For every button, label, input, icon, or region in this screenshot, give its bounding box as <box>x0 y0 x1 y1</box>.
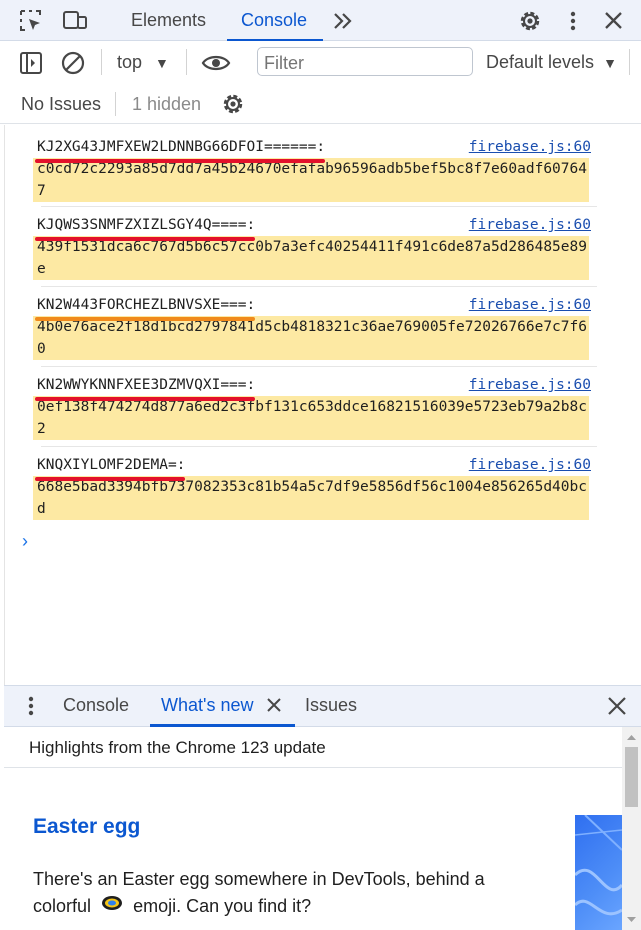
scroll-up-arrow-icon[interactable] <box>622 731 641 745</box>
issues-count[interactable]: No Issues <box>21 94 101 115</box>
whats-new-header: Highlights from the Chrome 123 update <box>4 727 622 768</box>
chevron-down-icon: ▼ <box>603 55 617 71</box>
drawer-tab-console[interactable]: Console <box>63 695 129 716</box>
easter-egg-emoji-icon <box>100 893 124 921</box>
tab-console[interactable]: Console <box>226 0 324 41</box>
message-divider <box>41 206 597 207</box>
console-message: KJQWS3SNMFZXIZLSGY4Q====: firebase.js:60… <box>33 214 597 280</box>
scrollbar-thumb[interactable] <box>625 747 638 807</box>
chevron-down-icon: ▼ <box>155 55 169 71</box>
feature-description: There's an Easter egg somewhere in DevTo… <box>33 866 503 921</box>
close-devtools-icon[interactable] <box>601 8 627 34</box>
filter-input[interactable] <box>257 47 473 76</box>
console-prompt-chevron-icon[interactable]: › <box>22 531 28 552</box>
message-divider <box>41 286 597 287</box>
log-key: KJQWS3SNMFZXIZLSGY4Q====: <box>35 214 256 241</box>
log-hash-value: 0ef138f474274d877a6ed2c3fbf131c653ddce16… <box>33 396 589 440</box>
console-message: KNQXIYLOMF2DEMA=: firebase.js:60 668e5ba… <box>33 454 597 520</box>
orange-underline-mark <box>35 317 256 321</box>
clear-console-icon[interactable] <box>60 50 86 76</box>
drawer-menu-icon[interactable] <box>18 694 44 720</box>
red-underline-mark <box>35 159 326 163</box>
close-tab-icon[interactable] <box>264 695 284 715</box>
context-selector[interactable]: top ▼ <box>117 52 169 73</box>
log-key: KNQXIYLOMF2DEMA=: <box>35 454 186 481</box>
issues-row: No Issues 1 hidden <box>0 84 641 124</box>
log-levels-label: Default levels <box>486 52 595 72</box>
red-underline-mark <box>35 477 186 481</box>
hidden-count: 1 hidden <box>132 94 202 114</box>
drawer-tab-issues[interactable]: Issues <box>305 695 357 716</box>
issues-divider <box>115 92 116 116</box>
message-divider <box>41 366 597 367</box>
toolbar-divider <box>186 49 187 75</box>
feature-description-text: emoji. Can you find it? <box>133 896 312 916</box>
console-message: KN2W443FORCHEZLBNVSXE===: firebase.js:60… <box>33 294 597 360</box>
log-key: KJ2XG43JMFXEW2LDNNBG66DFOI======: <box>35 136 326 163</box>
log-hash-value: 4b0e76ace2f18d1bcd2797841d5cb4818321c36a… <box>33 316 589 360</box>
close-drawer-icon[interactable] <box>605 694 631 720</box>
log-hash-value: 439f1531dca6c767d5b6c57cc0b7a3efc4025441… <box>33 236 589 280</box>
message-divider <box>41 446 597 447</box>
more-tabs-icon[interactable] <box>331 8 357 34</box>
source-link[interactable]: firebase.js:60 <box>469 136 591 158</box>
console-message: KN2WWYKNNFXEE3DZMVQXI===: firebase.js:60… <box>33 374 597 440</box>
log-hash-value: c0cd72c2293a85d7dd7a45b24670efafab96596a… <box>33 158 589 202</box>
toolbar-divider <box>101 49 102 75</box>
devtools-tab-bar: Elements Console <box>0 0 641 41</box>
log-hash-value: 668e5bad3394bfb737082353c81b54a5c7df9e58… <box>33 476 589 520</box>
scroll-down-arrow-icon[interactable] <box>622 912 641 926</box>
sidebar-toggle-icon[interactable] <box>18 50 44 76</box>
drawer-scrollbar[interactable] <box>622 727 641 930</box>
log-levels-dropdown[interactable]: Default levels ▼ <box>486 52 617 73</box>
log-key: KN2W443FORCHEZLBNVSXE===: <box>35 294 256 321</box>
log-key: KN2WWYKNNFXEE3DZMVQXI===: <box>35 374 256 401</box>
inspect-element-icon[interactable] <box>18 8 44 34</box>
source-link[interactable]: firebase.js:60 <box>469 294 591 316</box>
highlight-heading: Highlights from the Chrome 123 update <box>29 738 326 757</box>
live-expression-eye-icon[interactable] <box>201 50 231 76</box>
source-link[interactable]: firebase.js:60 <box>469 214 591 236</box>
feature-title[interactable]: Easter egg <box>33 815 140 839</box>
red-underline-mark <box>35 397 256 401</box>
context-label: top <box>117 52 143 72</box>
tab-elements[interactable]: Elements <box>131 0 206 41</box>
toolbar-divider <box>629 49 630 75</box>
red-underline-mark <box>35 237 256 241</box>
drawer-tab-whats-new[interactable]: What's new <box>161 695 253 716</box>
kebab-menu-icon[interactable] <box>560 8 586 34</box>
console-settings-gear-icon[interactable] <box>220 91 246 117</box>
source-link[interactable]: firebase.js:60 <box>469 454 591 476</box>
device-toolbar-icon[interactable] <box>61 8 87 34</box>
settings-gear-icon[interactable] <box>517 8 543 34</box>
feature-illustration <box>575 815 622 930</box>
drawer-tab-bar: Console What's new Issues <box>4 685 641 727</box>
console-message: KJ2XG43JMFXEW2LDNNBG66DFOI======: fireba… <box>33 136 597 202</box>
source-link[interactable]: firebase.js:60 <box>469 374 591 396</box>
